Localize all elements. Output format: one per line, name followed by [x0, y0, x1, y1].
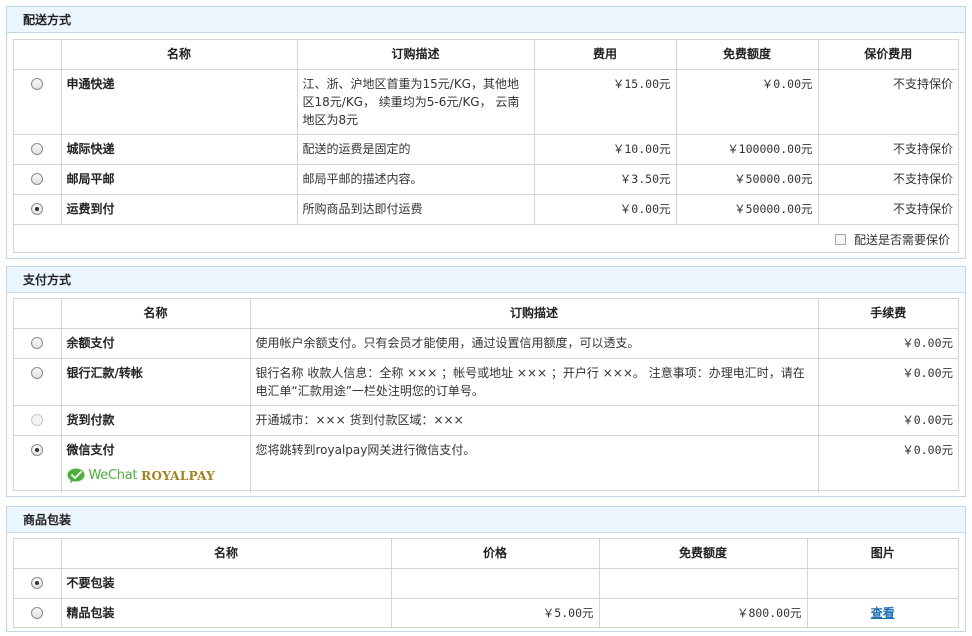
- table-header-row: 名称 订购描述 手续费: [14, 299, 958, 329]
- wechat-royalpay-logo: WeChat ROYALPAY: [67, 465, 245, 487]
- payment-table: 名称 订购描述 手续费 余额支付 使用帐户余额支付。只有会员才能使用，通过设置信…: [14, 299, 958, 493]
- packaging-free: [599, 568, 808, 599]
- payment-radio-wechat[interactable]: [31, 443, 44, 456]
- packaging-table: 名称 价格 免费额度 图片 不要包装 精品包装 ￥5.00元 ￥800.00元 …: [14, 539, 958, 628]
- payment-radio-balance[interactable]: [31, 336, 44, 349]
- payment-table-wrap: 名称 订购描述 手续费 余额支付 使用帐户余额支付。只有会员才能使用，通过设置信…: [13, 298, 959, 493]
- col-fee: 费用: [534, 40, 677, 70]
- payment-desc: 开通城市：××× 货到付款区域：×××: [250, 405, 819, 436]
- col-price: 价格: [391, 539, 600, 569]
- shipping-insure: 不支持保价: [818, 69, 958, 135]
- col-insure: 保价费用: [818, 40, 958, 70]
- col-name: 名称: [61, 539, 392, 569]
- packaging-panel-title: 商品包装: [7, 507, 965, 533]
- col-name: 名称: [61, 299, 251, 329]
- shipping-free: ￥50000.00元: [676, 194, 819, 225]
- insure-row: 配送是否需要保价: [14, 224, 958, 254]
- col-name: 名称: [61, 40, 298, 70]
- shipping-name: 申通快递: [61, 69, 298, 135]
- shipping-desc: 江、浙、沪地区首重为15元/KG，其他地区18元/KG， 续重均为5-6元/KG…: [297, 69, 535, 135]
- shipping-desc: 邮局平邮的描述内容。: [297, 164, 535, 195]
- col-image: 图片: [807, 539, 958, 569]
- view-image-link[interactable]: 查看: [871, 606, 895, 620]
- shipping-radio-chengji[interactable]: [31, 142, 44, 155]
- payment-name: 银行汇款/转帐: [61, 358, 251, 406]
- table-row: 余额支付 使用帐户余额支付。只有会员才能使用，通过设置信用额度，可以透支。 ￥0…: [14, 328, 958, 359]
- payment-name: 货到付款: [61, 405, 251, 436]
- royalpay-logo-text: ROYALPAY: [141, 468, 215, 483]
- payment-fee: ￥0.00元: [902, 442, 953, 457]
- shipping-radio-youju[interactable]: [31, 172, 44, 185]
- payment-fee: ￥0.00元: [818, 328, 958, 359]
- table-header-row: 名称 价格 免费额度 图片: [14, 539, 958, 569]
- shipping-table-wrap: 名称 订购描述 费用 免费额度 保价费用 申通快递 江、浙、沪地区首重为15元/…: [13, 39, 959, 253]
- packaging-price: ￥5.00元: [391, 598, 600, 628]
- table-row: 微信支付 WeChat ROYALPAY 您将跳转到royalpay网关进行微信…: [14, 435, 958, 493]
- col-select: [14, 539, 62, 569]
- table-row: 精品包装 ￥5.00元 ￥800.00元 查看: [14, 598, 958, 628]
- col-select: [14, 40, 62, 70]
- insure-label: 配送是否需要保价: [853, 232, 950, 247]
- wechat-icon: [67, 468, 87, 484]
- insure-checkbox[interactable]: [834, 233, 846, 245]
- packaging-radio-premium[interactable]: [31, 606, 44, 619]
- table-header-row: 名称 订购描述 费用 免费额度 保价费用: [14, 40, 958, 70]
- col-free: 免费额度: [599, 539, 808, 569]
- shipping-radio-shentong[interactable]: [31, 77, 44, 90]
- shipping-name: 邮局平邮: [61, 164, 298, 195]
- shipping-name: 城际快递: [61, 134, 298, 165]
- col-select: [14, 299, 62, 329]
- packaging-panel: 商品包装 名称 价格 免费额度 图片 不要包装 精品包装 ￥5.00元 ￥800…: [6, 506, 966, 632]
- col-fee: 手续费: [818, 299, 958, 329]
- shipping-fee: ￥3.50元: [534, 164, 677, 195]
- table-row: 不要包装: [14, 568, 958, 599]
- shipping-free: ￥50000.00元: [676, 164, 819, 195]
- payment-fee: ￥0.00元: [818, 405, 958, 436]
- shipping-insure: 不支持保价: [818, 194, 958, 225]
- col-free: 免费额度: [676, 40, 819, 70]
- shipping-panel-title: 配送方式: [7, 7, 965, 33]
- packaging-name: 精品包装: [61, 598, 392, 628]
- payment-name: 微信支付: [66, 442, 115, 457]
- shipping-radio-daofu[interactable]: [31, 202, 44, 215]
- table-row: 货到付款 开通城市：××× 货到付款区域：××× ￥0.00元: [14, 405, 958, 436]
- payment-desc: 银行名称 收款人信息：全称 ××× ；帐号或地址 ××× ；开户行 ×××。 注…: [250, 358, 819, 406]
- col-desc: 订购描述: [250, 299, 819, 329]
- table-row: 运费到付 所购商品到达即付运费 ￥0.00元 ￥50000.00元 不支持保价: [14, 194, 958, 225]
- payment-desc: 您将跳转到royalpay网关进行微信支付。: [250, 435, 819, 493]
- payment-radio-cod: [31, 413, 44, 426]
- packaging-image: [807, 568, 958, 599]
- shipping-desc: 所购商品到达即付运费: [297, 194, 535, 225]
- shipping-table: 名称 订购描述 费用 免费额度 保价费用 申通快递 江、浙、沪地区首重为15元/…: [14, 40, 958, 254]
- packaging-radio-none[interactable]: [31, 576, 44, 589]
- payment-name: 余额支付: [61, 328, 251, 359]
- payment-radio-bank[interactable]: [31, 366, 44, 379]
- table-row: 城际快递 配送的运费是固定的 ￥10.00元 ￥100000.00元 不支持保价: [14, 134, 958, 165]
- col-desc: 订购描述: [297, 40, 535, 70]
- packaging-table-wrap: 名称 价格 免费额度 图片 不要包装 精品包装 ￥5.00元 ￥800.00元 …: [13, 538, 959, 628]
- shipping-fee: ￥15.00元: [534, 69, 677, 135]
- shipping-panel: 配送方式 名称 订购描述 费用 免费额度 保价费用 申通快递 江、浙、沪地区首重…: [6, 6, 966, 259]
- payment-panel: 支付方式 名称 订购描述 手续费 余额支付 使用帐户余额支付。只有会员才能使用，…: [6, 266, 966, 497]
- packaging-free: ￥800.00元: [599, 598, 808, 628]
- shipping-insure: 不支持保价: [818, 134, 958, 165]
- table-row: 申通快递 江、浙、沪地区首重为15元/KG，其他地区18元/KG， 续重均为5-…: [14, 69, 958, 135]
- shipping-desc: 配送的运费是固定的: [297, 134, 535, 165]
- shipping-free: ￥100000.00元: [676, 134, 819, 165]
- table-row: 邮局平邮 邮局平邮的描述内容。 ￥3.50元 ￥50000.00元 不支持保价: [14, 164, 958, 195]
- payment-desc: 使用帐户余额支付。只有会员才能使用，通过设置信用额度，可以透支。: [250, 328, 819, 359]
- wechat-logo-text: WeChat: [88, 467, 138, 483]
- packaging-name: 不要包装: [61, 568, 392, 599]
- shipping-fee: ￥0.00元: [534, 194, 677, 225]
- shipping-fee: ￥10.00元: [534, 134, 677, 165]
- shipping-insure: 不支持保价: [818, 164, 958, 195]
- shipping-name: 运费到付: [61, 194, 298, 225]
- table-row: 银行汇款/转帐 银行名称 收款人信息：全称 ××× ；帐号或地址 ××× ；开户…: [14, 358, 958, 406]
- packaging-price: [391, 568, 600, 599]
- payment-panel-title: 支付方式: [7, 267, 965, 293]
- shipping-free: ￥0.00元: [676, 69, 819, 135]
- payment-fee: ￥0.00元: [818, 358, 958, 406]
